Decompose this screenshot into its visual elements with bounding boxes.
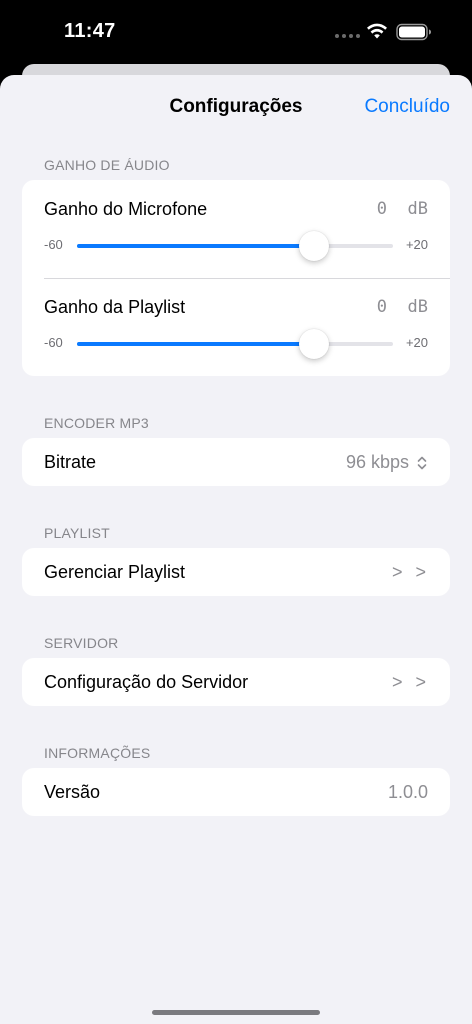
section-header-encoder: ENCODER MP3 — [44, 415, 149, 431]
microphone-gain-min-label: -60 — [44, 237, 63, 252]
home-indicator[interactable] — [152, 1010, 320, 1015]
microphone-gain-label: Ganho do Microfone — [44, 199, 208, 219]
cellular-dots-icon — [335, 34, 360, 38]
microphone-gain-slider[interactable] — [77, 231, 393, 261]
playlist-gain-value: 0 dB — [376, 297, 428, 317]
playlist-gain-min-label: -60 — [44, 335, 63, 350]
bitrate-label: Bitrate — [44, 452, 97, 472]
playlist-gain-slider-fill — [77, 342, 314, 346]
manage-playlist-label: Gerenciar Playlist — [44, 562, 186, 582]
wifi-icon — [367, 23, 387, 39]
status-bar: 11:47 — [0, 0, 472, 64]
playlist-gain-slider[interactable] — [77, 329, 393, 359]
microphone-gain-slider-thumb[interactable] — [299, 231, 329, 261]
done-button[interactable]: Concluído — [364, 96, 450, 118]
encoder-group: Bitrate 96 kbps — [22, 438, 450, 486]
info-group: Versão 1.0.0 — [22, 768, 450, 816]
bitrate-row[interactable]: Bitrate 96 kbps — [22, 438, 450, 486]
battery-icon — [396, 23, 431, 41]
bitrate-value: 96 kbps — [345, 452, 409, 472]
audio-gain-group: Ganho do Microfone 0 dB -60 +20 Ganho da… — [22, 180, 450, 376]
microphone-gain-row: Ganho do Microfone 0 dB -60 +20 — [22, 180, 450, 278]
playlist-gain-slider-thumb[interactable] — [299, 329, 329, 359]
playlist-gain-max-label: +20 — [405, 335, 428, 350]
server-config-label: Configuração do Servidor — [44, 672, 249, 692]
section-header-audio-gain: GANHO DE ÁUDIO — [44, 157, 170, 173]
section-header-server: SERVIDOR — [44, 635, 119, 651]
microphone-gain-value: 0 dB — [376, 199, 428, 219]
section-header-playlist: PLAYLIST — [44, 525, 110, 541]
stepper-icon — [417, 456, 427, 470]
microphone-gain-max-label: +20 — [405, 237, 428, 252]
server-config-row[interactable]: Configuração do Servidor > > — [22, 658, 450, 706]
version-row: Versão 1.0.0 — [22, 768, 450, 816]
bitrate-picker[interactable]: 96 kbps — [346, 452, 428, 473]
chevron-right-icon: > > — [391, 672, 430, 692]
status-time: 11:47 — [64, 20, 116, 42]
chevron-right-icon: > > — [391, 562, 430, 582]
manage-playlist-row[interactable]: Gerenciar Playlist > > — [22, 548, 450, 596]
playlist-gain-label: Ganho da Playlist — [44, 297, 186, 317]
version-label: Versão — [44, 782, 101, 802]
playlist-gain-row: Ganho da Playlist 0 dB -60 +20 — [22, 278, 450, 376]
microphone-gain-slider-fill — [77, 244, 314, 248]
playlist-group: Gerenciar Playlist > > — [22, 548, 450, 596]
settings-sheet: Configurações Concluído GANHO DE ÁUDIO G… — [0, 75, 472, 1024]
screen: 11:47 Configurações Concluído GANHO DE Á… — [0, 0, 472, 1024]
section-header-info: INFORMAÇÕES — [44, 745, 151, 761]
server-group: Configuração do Servidor > > — [22, 658, 450, 706]
version-value: 1.0.0 — [387, 782, 428, 802]
